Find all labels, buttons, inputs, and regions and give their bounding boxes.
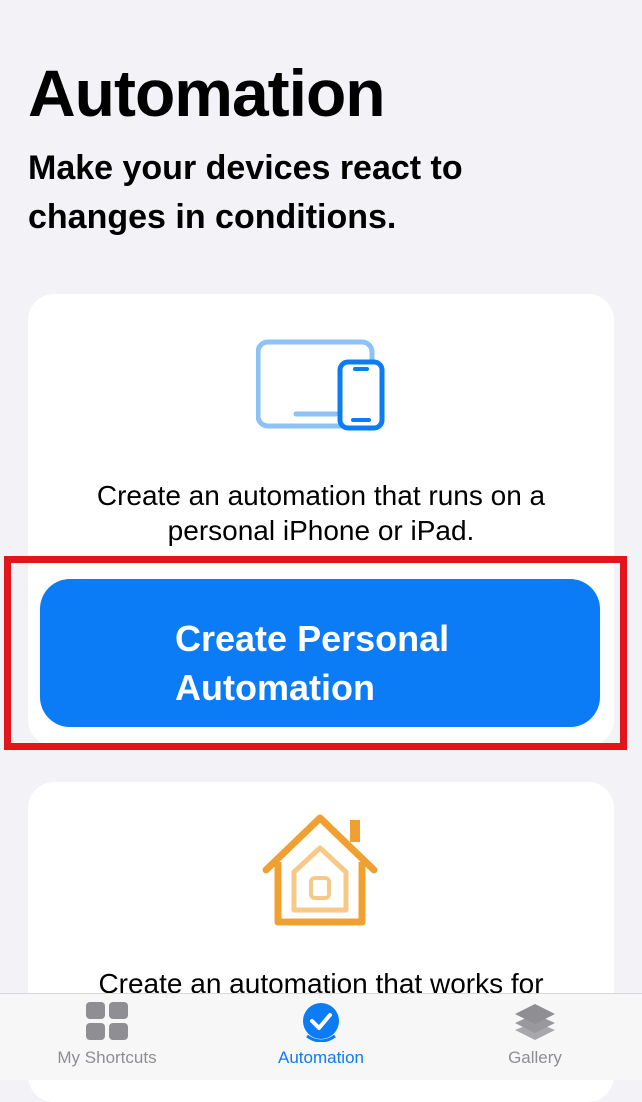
- automation-check-icon: [303, 1003, 339, 1042]
- home-icon: [262, 814, 378, 926]
- button-label-line2: Automation: [175, 667, 375, 708]
- tab-label: Gallery: [508, 1048, 562, 1067]
- header: Automation Make your devices react to ch…: [28, 48, 622, 243]
- grid-icon: [86, 1002, 128, 1040]
- create-personal-automation-button[interactable]: Create Personal Automation: [40, 579, 600, 727]
- page-subtitle: Make your devices react to changes in co…: [28, 149, 463, 237]
- iphone-ipad-icon: [256, 339, 385, 431]
- button-label-line1: Create Personal: [175, 618, 450, 660]
- tab-my-shortcuts[interactable]: My Shortcuts: [27, 1002, 187, 1068]
- tab-bar: My Shortcuts Automation Gallery: [0, 993, 642, 1080]
- personal-automation-description: Create an automation that runs on a pers…: [96, 480, 546, 546]
- page-title: Automation: [28, 56, 386, 130]
- tab-label: My Shortcuts: [57, 1048, 157, 1067]
- layers-icon: [515, 1004, 555, 1040]
- tab-label: Automation: [278, 1048, 364, 1067]
- tab-gallery[interactable]: Gallery: [455, 1002, 615, 1068]
- tab-automation[interactable]: Automation: [241, 1002, 401, 1068]
